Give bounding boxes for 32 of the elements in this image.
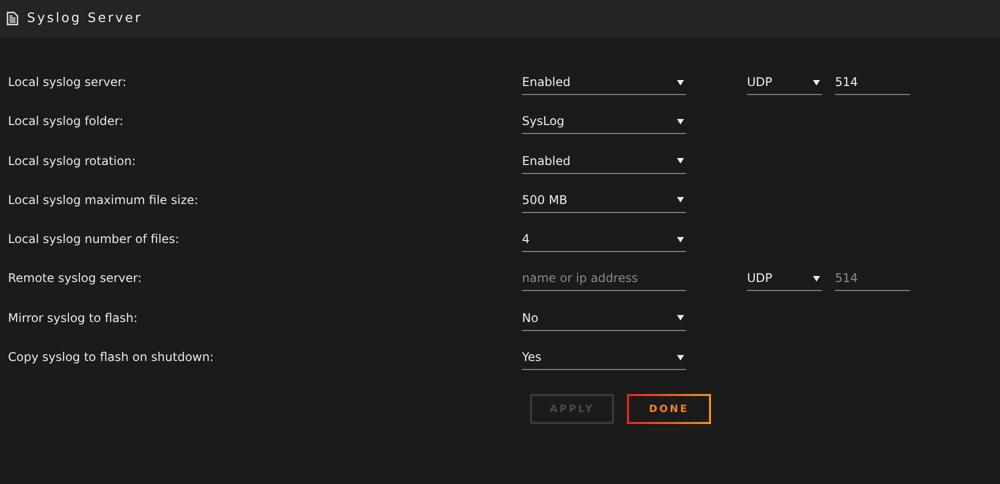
caret-icon (813, 274, 820, 282)
field-label: Local syslog folder: (7, 113, 124, 130)
input-field[interactable]: name or ip address (522, 259, 686, 292)
caret-icon (813, 78, 820, 86)
field-label: Remote syslog server: (7, 270, 143, 288)
field-label: Local syslog maximum file size: (7, 192, 200, 209)
input-field[interactable]: 514 (835, 63, 910, 95)
caret-icon (677, 157, 684, 164)
done-button[interactable]: DONE (627, 394, 711, 424)
dropdown[interactable]: UDP (747, 63, 822, 95)
input-field[interactable]: 514 (835, 259, 910, 292)
caret-icon (677, 314, 684, 322)
dropdown[interactable]: No (522, 298, 686, 331)
caret-icon (677, 236, 684, 243)
field-label: Copy syslog to flash on shutdown: (7, 349, 215, 366)
field-label: Local syslog rotation: (7, 152, 137, 170)
field-label: Mirror syslog to flash: (7, 310, 139, 327)
field-label: Local syslog number of files: (7, 231, 180, 248)
dropdown[interactable]: Enabled (522, 63, 686, 95)
panel-title: Syslog Server (27, 11, 142, 26)
dropdown[interactable]: Enabled (522, 142, 686, 174)
caret-icon (677, 354, 684, 361)
document-icon (6, 11, 19, 26)
caret-icon (677, 118, 684, 125)
dropdown[interactable]: 4 (522, 220, 686, 252)
dropdown[interactable]: Yes (522, 338, 686, 370)
dropdown[interactable]: UDP (747, 259, 822, 292)
field-label: Local syslog server: (7, 74, 128, 91)
caret-icon (677, 196, 684, 204)
caret-icon (677, 78, 684, 86)
dropdown[interactable]: 500 MB (522, 180, 686, 213)
dropdown[interactable]: SysLog (522, 102, 686, 134)
